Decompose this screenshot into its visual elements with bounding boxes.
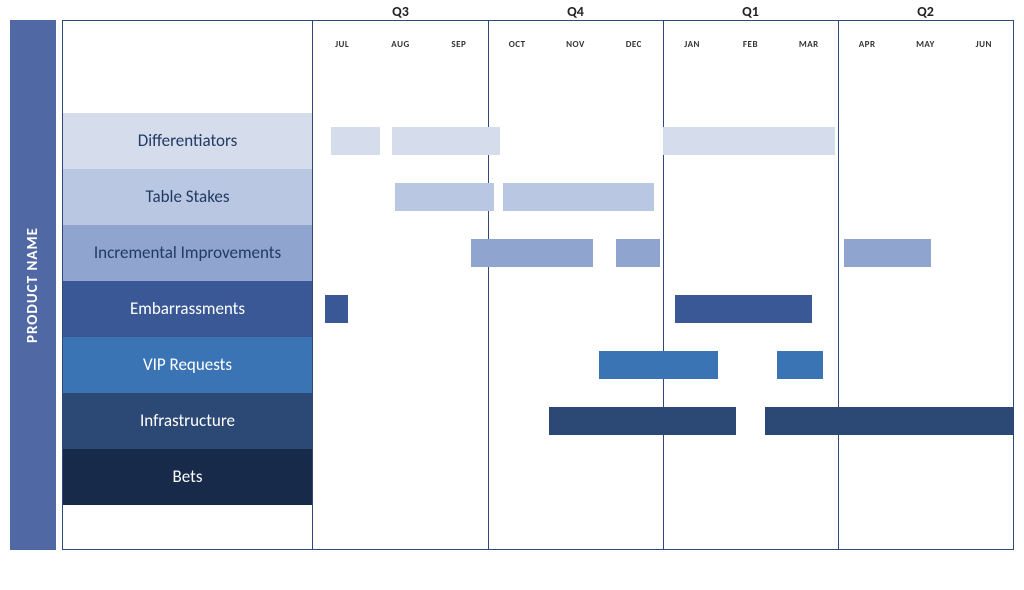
- gantt-roadmap-chart: PRODUCT NAME Q3 Q4 Q1 Q2 Differentiators…: [10, 20, 1014, 550]
- category-track: [313, 281, 1013, 337]
- quarter-label: Q3: [313, 3, 488, 20]
- gantt-bar: [392, 127, 500, 155]
- product-name-side-label: PRODUCT NAME: [10, 20, 56, 550]
- month-label: MAR: [780, 39, 838, 50]
- category-label: Table Stakes: [63, 169, 312, 225]
- category-label: Differentiators: [63, 113, 312, 169]
- month-label: SEP: [430, 39, 488, 50]
- month-label: AUG: [371, 39, 429, 50]
- bars-layer: [313, 113, 1013, 549]
- month-label: APR: [838, 39, 896, 50]
- chart-grid: Q3 Q4 Q1 Q2 DifferentiatorsTable StakesI…: [62, 20, 1014, 550]
- category-column: DifferentiatorsTable StakesIncremental I…: [63, 21, 313, 549]
- gantt-bar: [616, 239, 660, 267]
- category-track: [313, 337, 1013, 393]
- gantt-bar: [395, 183, 494, 211]
- gantt-bar: [844, 239, 932, 267]
- quarter-label: Q1: [663, 3, 838, 20]
- category-label: Infrastructure: [63, 393, 312, 449]
- category-track: [313, 113, 1013, 169]
- gantt-bar: [471, 239, 594, 267]
- month-label: NOV: [546, 39, 604, 50]
- month-label: FEB: [721, 39, 779, 50]
- quarter-header-row: Q3 Q4 Q1 Q2: [313, 3, 1013, 20]
- category-label: Embarrassments: [63, 281, 312, 337]
- gantt-bar: [663, 127, 835, 155]
- category-label: Bets: [63, 449, 312, 505]
- month-label: MAY: [896, 39, 954, 50]
- quarter-label: Q2: [838, 3, 1013, 20]
- gantt-bar: [549, 407, 736, 435]
- category-label: VIP Requests: [63, 337, 312, 393]
- category-track: [313, 169, 1013, 225]
- gantt-bar: [503, 183, 655, 211]
- category-label: Incremental Improvements: [63, 225, 312, 281]
- gantt-bar: [765, 407, 1013, 435]
- quarter-label: Q4: [488, 3, 663, 20]
- category-track: [313, 449, 1013, 505]
- gantt-bar: [325, 295, 348, 323]
- gantt-bar: [777, 351, 824, 379]
- gantt-bar: [599, 351, 719, 379]
- gantt-bar: [675, 295, 812, 323]
- category-track: [313, 225, 1013, 281]
- month-label: JUL: [313, 39, 371, 50]
- month-label: JAN: [663, 39, 721, 50]
- month-label: OCT: [488, 39, 546, 50]
- category-track: [313, 393, 1013, 449]
- gantt-bar: [331, 127, 381, 155]
- month-label: DEC: [605, 39, 663, 50]
- month-label: JUN: [955, 39, 1013, 50]
- timeline-area: JULAUGSEPOCTNOVDECJANFEBMARAPRMAYJUN: [313, 21, 1013, 549]
